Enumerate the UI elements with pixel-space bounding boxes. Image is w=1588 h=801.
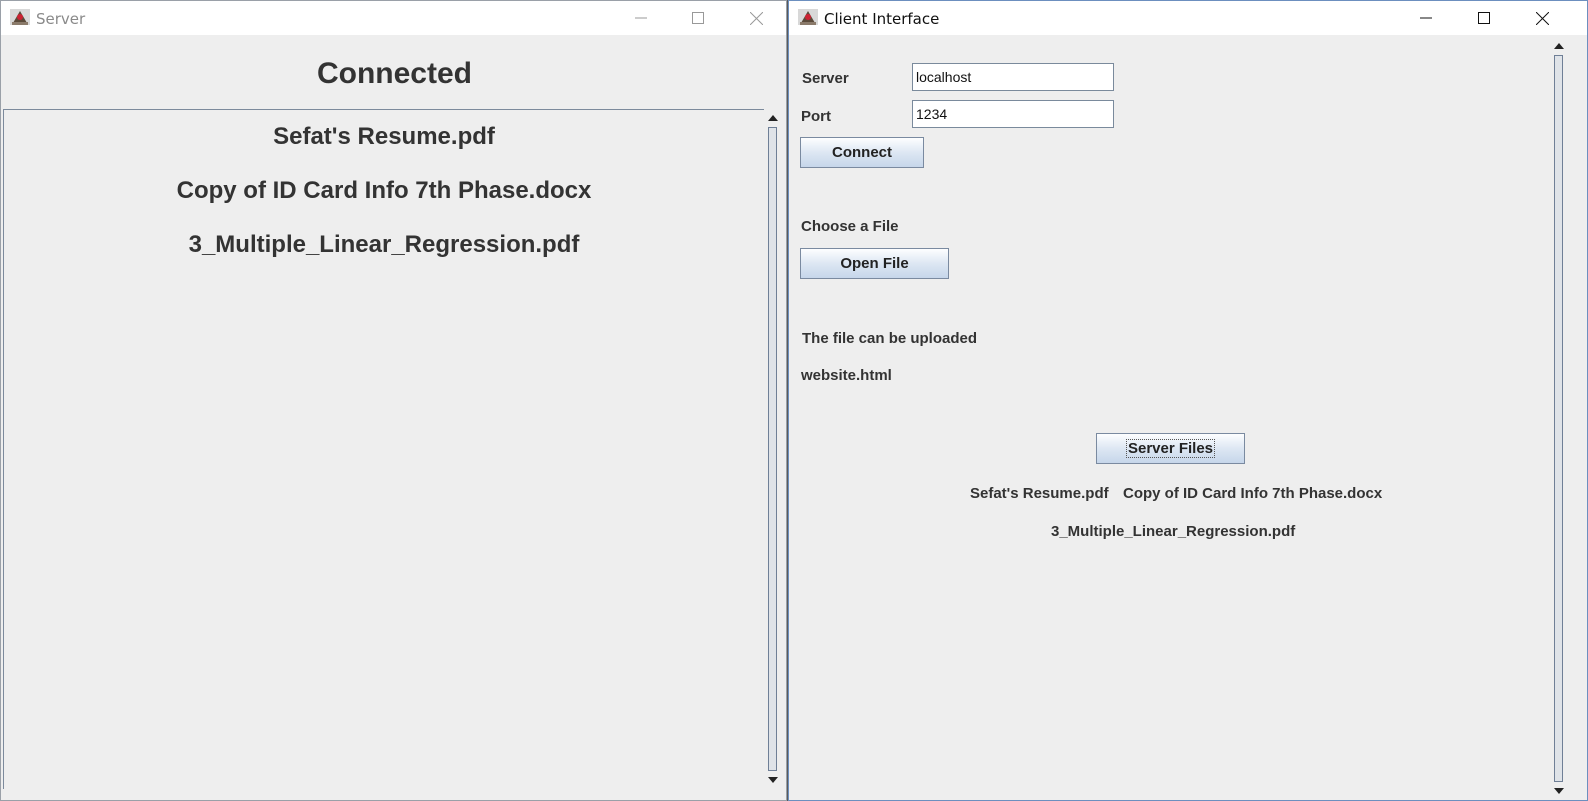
upload-status: The file can be uploaded bbox=[802, 330, 978, 347]
arrow-down-icon bbox=[1554, 788, 1564, 794]
close-icon bbox=[749, 11, 763, 25]
port-label: Port bbox=[801, 108, 831, 125]
list-item: Copy of ID Card Info 7th Phase.docx bbox=[1123, 485, 1383, 502]
scroll-up-button[interactable] bbox=[764, 110, 782, 126]
list-item: 3_Multiple_Linear_Regression.pdf bbox=[188, 231, 580, 258]
arrow-up-icon bbox=[1554, 43, 1564, 49]
scroll-up-button[interactable] bbox=[1550, 38, 1568, 54]
java-app-icon bbox=[798, 9, 818, 25]
maximize-button[interactable] bbox=[1461, 1, 1507, 35]
close-icon bbox=[1535, 11, 1549, 25]
client-titlebar[interactable]: Client Interface bbox=[789, 1, 1587, 35]
port-input[interactable] bbox=[912, 100, 1114, 128]
scrollbar-track[interactable] bbox=[768, 127, 777, 771]
open-file-button[interactable]: Open File bbox=[800, 248, 949, 279]
minimize-icon bbox=[635, 17, 647, 19]
server-vertical-scrollbar[interactable] bbox=[764, 109, 782, 789]
server-titlebar[interactable]: Server bbox=[1, 1, 786, 35]
list-item: Sefat's Resume.pdf bbox=[970, 485, 1109, 502]
close-button[interactable] bbox=[1519, 1, 1565, 35]
server-label: Server bbox=[802, 70, 849, 87]
server-window: Server Connected Sefat's Resume.pdf Copy… bbox=[0, 0, 787, 801]
list-item: 3_Multiple_Linear_Regression.pdf bbox=[1051, 523, 1296, 540]
window-title: Client Interface bbox=[824, 10, 940, 28]
connect-button[interactable]: Connect bbox=[800, 137, 924, 168]
list-item: Copy of ID Card Info 7th Phase.docx bbox=[176, 177, 592, 204]
server-file-list[interactable]: Sefat's Resume.pdf Copy of ID Card Info … bbox=[3, 109, 765, 789]
connection-status: Connected bbox=[316, 57, 472, 90]
server-files-button-label: Server Files bbox=[1125, 439, 1216, 458]
minimize-button[interactable] bbox=[618, 1, 664, 35]
java-app-icon bbox=[10, 9, 30, 25]
scrollbar-track[interactable] bbox=[1554, 55, 1563, 782]
server-host-input[interactable] bbox=[912, 63, 1114, 91]
minimize-button[interactable] bbox=[1403, 1, 1449, 35]
minimize-icon bbox=[1420, 17, 1432, 19]
maximize-button[interactable] bbox=[675, 1, 721, 35]
selected-file: website.html bbox=[801, 367, 892, 384]
client-window: Client Interface Server Port Connect Cho… bbox=[788, 0, 1588, 801]
window-title: Server bbox=[36, 10, 86, 28]
client-vertical-scrollbar[interactable] bbox=[1550, 37, 1568, 800]
arrow-down-icon bbox=[768, 777, 778, 783]
scroll-down-button[interactable] bbox=[764, 772, 782, 788]
scroll-down-button[interactable] bbox=[1550, 783, 1568, 799]
close-button[interactable] bbox=[733, 1, 779, 35]
maximize-icon bbox=[692, 12, 704, 24]
list-item: Sefat's Resume.pdf bbox=[273, 123, 495, 150]
arrow-up-icon bbox=[768, 115, 778, 121]
choose-file-label: Choose a File bbox=[801, 218, 899, 235]
maximize-icon bbox=[1478, 12, 1490, 24]
server-files-button[interactable]: Server Files bbox=[1096, 433, 1245, 464]
